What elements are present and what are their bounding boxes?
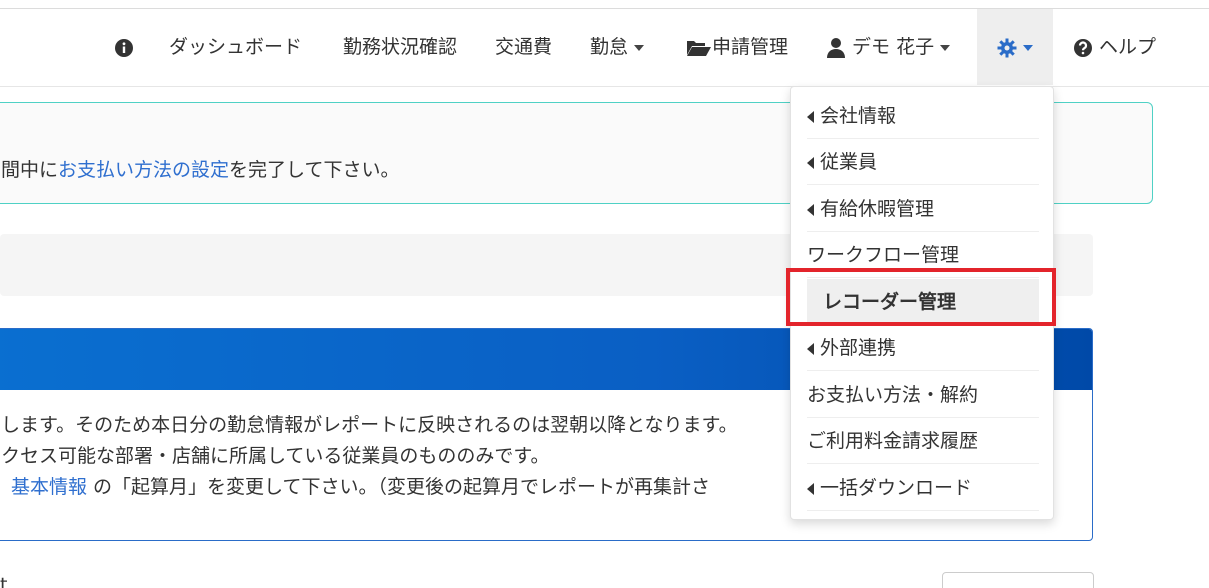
alert-message: 間中にお支払い方法の設定を完了して下さい。 <box>1 155 399 182</box>
nav-applications[interactable]: 申請管理 <box>686 9 788 85</box>
menu-item-company-info[interactable]: 会社情報 <box>807 93 1039 139</box>
nav-settings-menu[interactable] <box>977 9 1053 85</box>
menu-item-label: 有給休暇管理 <box>820 198 935 220</box>
chevron-down-icon <box>1023 44 1033 51</box>
user-icon <box>827 37 845 58</box>
menu-item-paid-leave[interactable]: 有給休暇管理 <box>807 186 1039 232</box>
menu-item-billing-history[interactable]: ご利用料金請求履歴 <box>807 418 1039 464</box>
question-circle-icon <box>1074 38 1092 57</box>
panel-line-3-text: の「起算月」を変更して下さい。（変更後の起算月でレポートが再集計さ <box>87 476 710 498</box>
nav-dashboard[interactable]: ダッシュボード <box>169 9 302 85</box>
menu-item-integrations[interactable]: 外部連携 <box>807 325 1039 371</box>
caret-left-icon <box>807 482 814 495</box>
basic-info-link[interactable]: 基本情報 <box>11 476 87 498</box>
nav-kintai-dropdown[interactable]: 勤怠 <box>590 9 645 85</box>
nav-user-name: デモ 花子 <box>852 36 935 58</box>
menu-item-label: ワークフロー管理 <box>807 244 960 266</box>
menu-item-label: 従業員 <box>820 151 878 173</box>
nav-applications-label: 申請管理 <box>712 36 789 58</box>
menu-item-label: ご利用料金請求履歴 <box>807 430 979 452</box>
menu-item-payment[interactable]: お支払い方法・解約 <box>807 372 1039 418</box>
folder-open-icon <box>687 40 711 56</box>
highlight-annotation <box>786 268 1056 326</box>
caret-left-icon <box>807 203 814 216</box>
menu-item-employees[interactable]: 従業員 <box>807 139 1039 185</box>
display-settings-button[interactable] <box>942 572 1094 588</box>
nav-attendance-status[interactable]: 勤務状況確認 <box>343 9 457 85</box>
gear-icon <box>997 38 1017 57</box>
menu-item-label: 外部連携 <box>820 337 897 359</box>
menu-item-label: 会社情報 <box>820 105 897 127</box>
menu-item-bulk-download[interactable]: 一括ダウンロード <box>807 465 1039 511</box>
bottom-partial-text: t <box>0 574 8 588</box>
info-icon[interactable] <box>114 9 134 85</box>
caret-left-icon <box>807 342 814 355</box>
top-navbar: ダッシュボード 勤務状況確認 交通費 勤怠 申請管理 デモ 花子 ヘルプ <box>0 9 1209 87</box>
nav-help[interactable]: ヘルプ <box>1073 9 1156 85</box>
menu-item-label: お支払い方法・解約 <box>807 384 979 406</box>
nav-kintai-label: 勤怠 <box>590 36 629 58</box>
nav-transportation[interactable]: 交通費 <box>495 9 552 85</box>
caret-left-icon <box>807 156 814 169</box>
chevron-down-icon <box>940 44 951 51</box>
alert-prefix: 間中に <box>1 159 59 181</box>
payment-settings-link[interactable]: お支払い方法の設定 <box>58 159 229 181</box>
caret-left-icon <box>807 110 814 123</box>
menu-item-label: 一括ダウンロード <box>820 477 973 499</box>
nav-help-label: ヘルプ <box>1099 36 1157 58</box>
nav-user-menu[interactable]: デモ 花子 <box>826 9 951 85</box>
chevron-down-icon <box>634 44 645 51</box>
alert-suffix: を完了して下さい。 <box>229 159 400 181</box>
